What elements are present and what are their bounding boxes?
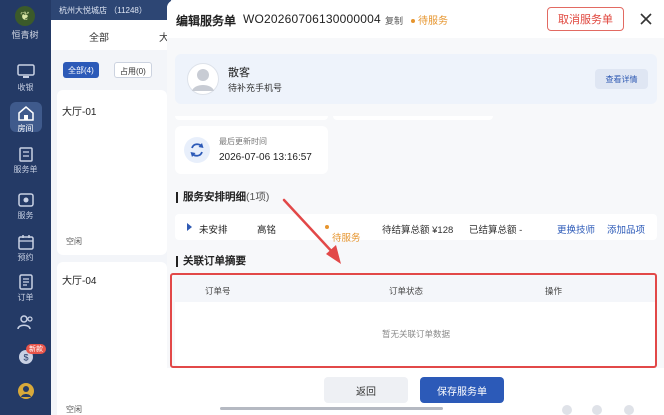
store-name: 杭州大悦城店 （11248） — [51, 0, 171, 20]
modal-header: 编辑服务单 WO20260706130000004 复制 待服务 取消服务单 — [167, 0, 664, 38]
settled-amount: 已结算总额 - — [469, 225, 523, 236]
nav-item-new[interactable]: $ 新款 — [0, 344, 51, 368]
tree-logo-icon: ❦ — [15, 6, 35, 26]
nav-item-room[interactable]: 房间 — [0, 102, 51, 133]
pending-amount: 待结算总额 ¥128 — [382, 225, 454, 236]
cashier-icon — [16, 64, 35, 78]
nav-item-order[interactable]: 订单 — [0, 274, 51, 303]
nav-label-order: 订单 — [17, 293, 34, 302]
highlight-frame — [170, 273, 657, 368]
technician-name: 高铭 — [257, 225, 277, 236]
edit-service-order-modal: 编辑服务单 WO20260706130000004 复制 待服务 取消服务单 散… — [167, 0, 664, 415]
info-card-stub-2 — [333, 116, 493, 120]
cancel-order-button[interactable]: 取消服务单 — [547, 7, 624, 31]
nav-item-service[interactable]: 服务 — [0, 192, 51, 221]
room-title-hall-01: 大厅-01 — [62, 107, 97, 118]
arrange-status: 未安排 — [199, 225, 228, 236]
booking-icon — [17, 235, 34, 250]
order-icon — [18, 274, 33, 290]
modal-body[interactable]: 散客 待补充手机号 查看详情 最后更新时间 2026-07-06 13:16:5… — [167, 38, 664, 368]
home-indicator — [220, 407, 443, 410]
last-update-label: 最后更新时间 — [219, 137, 267, 146]
filter-all[interactable]: 全部(4) — [63, 62, 99, 78]
change-technician-link[interactable]: 更换技师 — [557, 222, 595, 236]
close-icon[interactable] — [637, 10, 655, 28]
nav-item-service-order[interactable]: 服务单 — [0, 146, 51, 175]
modal-footer: 返回 保存服务单 — [167, 368, 664, 415]
service-section-title: 服务安排明细(1项) — [176, 192, 269, 203]
nav-label-service-order: 服务单 — [13, 165, 38, 174]
view-detail-button[interactable]: 查看详情 — [595, 69, 648, 89]
back-button[interactable]: 返回 — [324, 377, 408, 403]
row-status-badge: 待服务 — [325, 222, 361, 244]
nav-label-cashier: 收银 — [17, 83, 34, 92]
page-dot — [592, 405, 602, 415]
add-item-link[interactable]: 添加品项 — [607, 222, 645, 236]
room-status-idle: 空闲 — [66, 237, 82, 246]
room-tabs: 全部 大 — [51, 20, 171, 50]
nav-label-service: 服务 — [17, 211, 34, 220]
customer-card: 散客 待补充手机号 查看详情 — [175, 54, 657, 104]
save-order-button[interactable]: 保存服务单 — [420, 377, 504, 403]
nav-item-staff[interactable] — [0, 314, 51, 332]
nav-label-room: 房间 — [17, 124, 34, 133]
new-badge: 新款 — [26, 344, 46, 354]
nav-active-bg: 房间 — [9, 102, 42, 133]
brand-logo: ❦ 恒青树 — [8, 6, 42, 41]
page-dot — [624, 405, 634, 415]
service-order-icon — [18, 147, 33, 162]
copy-link[interactable]: 复制 — [385, 14, 403, 27]
service-icon — [17, 193, 34, 207]
modal-title: 编辑服务单 — [176, 14, 237, 28]
brand-name: 恒青树 — [11, 30, 39, 40]
nav-label-booking: 预约 — [17, 253, 34, 262]
customer-name: 散客 — [228, 67, 250, 79]
tab-all[interactable]: 全部 — [89, 29, 109, 44]
expand-caret-icon[interactable] — [187, 223, 192, 231]
service-count: (1项) — [246, 191, 270, 203]
room-icon — [17, 106, 34, 121]
last-update-time: 2026-07-06 13:16:57 — [219, 152, 312, 163]
room-title-hall-04: 大厅-04 — [62, 276, 97, 287]
user-avatar-icon — [17, 383, 34, 399]
order-number: WO20260706130000004 — [243, 12, 381, 26]
nav-item-cashier[interactable]: 收银 — [0, 64, 51, 93]
filter-occupied[interactable]: 占用(0) — [114, 62, 152, 78]
room-status-idle-2: 空闲 — [66, 405, 82, 414]
refresh-icon — [184, 137, 210, 163]
info-card-stub — [175, 116, 328, 120]
svg-text:$: $ — [23, 353, 28, 363]
orders-section-title: 关联订单摘要 — [176, 256, 246, 267]
customer-phone-hint: 待补充手机号 — [228, 83, 283, 93]
status-badge: 待服务 — [411, 12, 448, 27]
service-row[interactable]: 未安排 高铭 待服务 待结算总额 ¥128 已结算总额 - 更换技师 添加品项 — [175, 214, 657, 244]
last-update-card: 最后更新时间 2026-07-06 13:16:57 — [175, 126, 328, 174]
avatar — [187, 63, 219, 95]
row-status-dot-icon — [325, 225, 329, 230]
staff-icon — [16, 315, 33, 330]
user-placeholder-icon — [192, 69, 214, 91]
nav-item-booking[interactable]: 预约 — [0, 234, 51, 263]
page-dot — [562, 405, 572, 415]
left-nav: ❦ 恒青树 收银 房间 服务单 服务 预约 订单 $ 新款 — [0, 0, 51, 415]
nav-item-user[interactable] — [0, 382, 51, 402]
status-dot-icon — [411, 19, 415, 24]
